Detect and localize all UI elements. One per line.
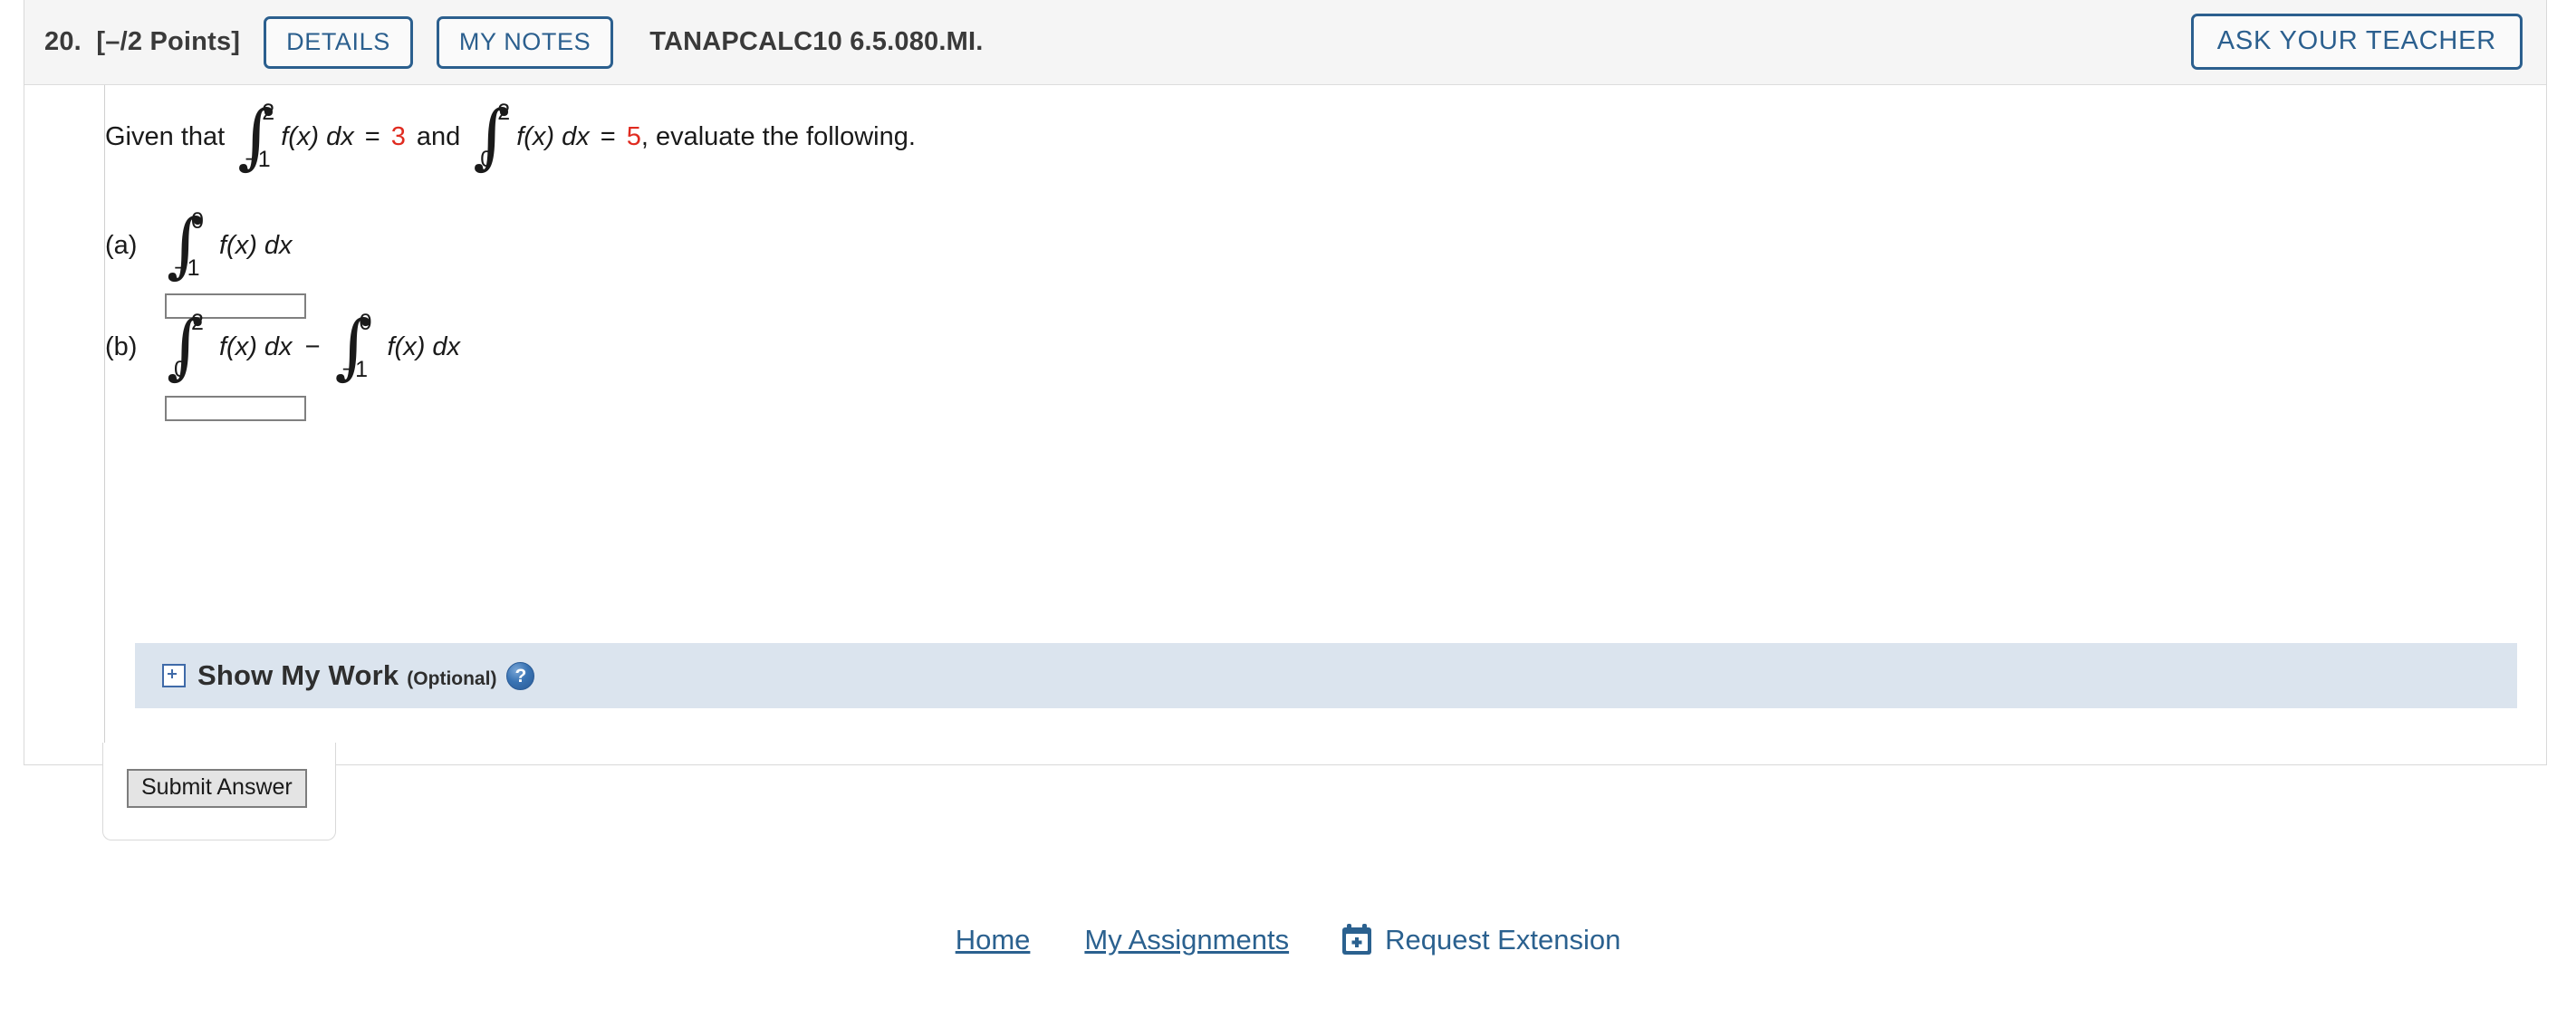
part-a-integrand: f(x) dx <box>219 230 293 260</box>
assignment-code: TANAPCALC10 6.5.080.MI. <box>649 27 984 56</box>
plus-box-icon[interactable] <box>162 664 186 687</box>
part-b-label: (b) <box>105 331 138 361</box>
part-b-integral-2-lower-limit: −1 <box>341 357 369 382</box>
equals-sign-2: = <box>600 121 616 151</box>
equals-sign-1: = <box>364 121 380 151</box>
submit-answer-tab: Submit Answer <box>102 743 336 840</box>
part-b: (b) ∫ 2 0 f(x) dx − ∫ 0 −1 f(x) dx <box>105 310 461 382</box>
my-notes-button[interactable]: MY NOTES <box>436 15 614 69</box>
calendar-plus-icon <box>1342 924 1372 955</box>
integral-1: ∫ 2 −1 <box>237 100 279 172</box>
given-prefix: Given that <box>105 121 226 151</box>
my-assignments-link[interactable]: My Assignments <box>1084 924 1289 956</box>
submit-answer-button[interactable]: Submit Answer <box>127 769 307 808</box>
answer-input-b[interactable] <box>165 396 306 421</box>
part-b-integral-1-upper-limit: 2 <box>191 310 204 335</box>
integral-2-upper-limit: 2 <box>497 100 511 125</box>
help-icon[interactable]: ? <box>506 661 535 690</box>
part-a-lower-limit: −1 <box>174 255 200 281</box>
part-b-integral-1-lower-limit: 0 <box>174 357 187 382</box>
question-container: 20. [–/2 Points] DETAILS MY NOTES TANAPC… <box>24 0 2547 765</box>
show-my-work-bar[interactable]: Show My Work (Optional) ? <box>135 643 2517 708</box>
part-a-integral: ∫ 0 −1 <box>167 208 208 281</box>
integral-2-integrand: f(x) dx <box>516 121 590 151</box>
part-a: (a) ∫ 0 −1 f(x) dx <box>105 208 293 281</box>
conjunction-and: and <box>416 121 461 151</box>
part-a-label: (a) <box>105 230 138 260</box>
part-b-integral-2: ∫ 0 −1 <box>335 310 377 382</box>
part-b-integrand-2: f(x) dx <box>387 331 461 361</box>
footer-nav: Home My Assignments Request Extension <box>0 924 2576 956</box>
show-my-work-optional-label: (Optional) <box>407 667 497 689</box>
question-header: 20. [–/2 Points] DETAILS MY NOTES TANAPC… <box>24 0 2546 85</box>
question-body: Given that ∫ 2 −1 f(x) dx = 3 and ∫ 2 0 … <box>104 85 2546 764</box>
part-b-integrand-1: f(x) dx <box>219 331 293 361</box>
details-button[interactable]: DETAILS <box>264 15 413 69</box>
ask-your-teacher-button[interactable]: ASK YOUR TEACHER <box>2190 14 2523 70</box>
integral-2: ∫ 2 0 <box>473 100 514 172</box>
home-link[interactable]: Home <box>956 924 1031 956</box>
integral-1-upper-limit: 2 <box>262 100 275 125</box>
request-extension-label: Request Extension <box>1385 924 1621 956</box>
show-my-work-label: Show My Work <box>197 659 399 691</box>
given-value-2: 5 <box>626 121 641 151</box>
part-b-operator: − <box>304 331 321 361</box>
part-b-integral-1: ∫ 2 0 <box>167 310 208 382</box>
integral-1-lower-limit: −1 <box>245 147 271 172</box>
given-value-1: 3 <box>390 121 406 151</box>
problem-statement: Given that ∫ 2 −1 f(x) dx = 3 and ∫ 2 0 … <box>105 100 916 172</box>
part-a-upper-limit: 0 <box>191 208 204 234</box>
request-extension-link[interactable]: Request Extension <box>1341 924 1620 956</box>
integral-1-integrand: f(x) dx <box>281 121 354 151</box>
integral-2-lower-limit: 0 <box>480 147 494 172</box>
part-b-integral-2-upper-limit: 0 <box>359 310 372 335</box>
problem-suffix: , evaluate the following. <box>640 121 916 151</box>
points-label: 20. [–/2 Points] <box>44 27 241 56</box>
